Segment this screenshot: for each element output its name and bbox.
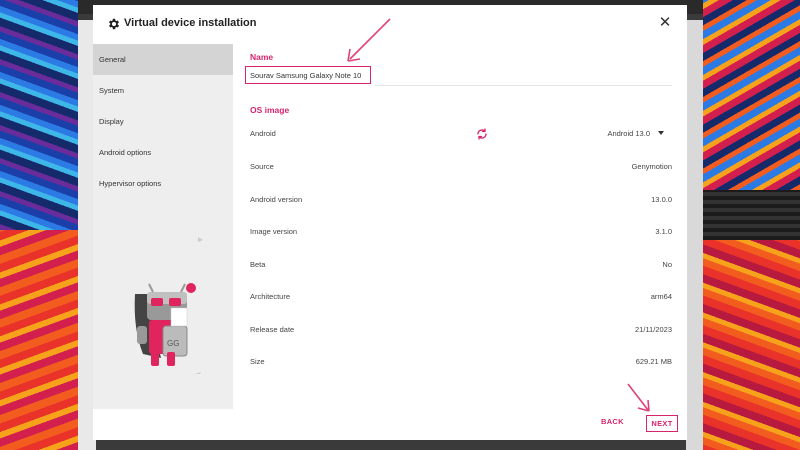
row-value: arm64 xyxy=(650,292,672,301)
sidebar-item-android-options[interactable]: Android options xyxy=(93,137,233,168)
row-value: Genymotion xyxy=(631,162,672,171)
name-field-underline xyxy=(375,85,672,86)
sidebar-item-display[interactable]: Display xyxy=(93,106,233,137)
sidebar-item-general[interactable]: General xyxy=(93,44,233,75)
gear-icon xyxy=(108,18,120,30)
sidebar-item-label: Hypervisor options xyxy=(99,179,162,188)
row-label: Size xyxy=(250,357,265,366)
chevron-down-icon xyxy=(658,131,664,135)
row-label: Architecture xyxy=(250,292,291,301)
os-row-release-date: Release date 21/11/2023 xyxy=(250,325,672,339)
android-select-value: Android 13.0 xyxy=(607,129,650,138)
sidebar-item-label: General xyxy=(99,55,126,64)
row-value: 3.1.0 xyxy=(655,227,672,236)
row-label: Image version xyxy=(250,227,298,236)
next-button[interactable]: NEXT xyxy=(646,415,678,432)
virtual-device-installation-dialog: Virtual device installation ✕ General Sy… xyxy=(93,5,687,440)
close-icon[interactable]: ✕ xyxy=(658,15,672,30)
os-row-android: Android Android 13.0 xyxy=(250,128,672,143)
settings-sidebar: General System Display Android options H… xyxy=(93,44,233,409)
os-row-image-version: Image version 3.1.0 xyxy=(250,227,672,241)
row-value: 21/11/2023 xyxy=(635,325,672,334)
os-row-android-version: Android version 13.0.0 xyxy=(250,195,672,209)
row-label: Beta xyxy=(250,260,266,269)
device-name-input[interactable] xyxy=(245,66,371,84)
general-settings-panel: Name OS image Android Android 13.0 Sourc… xyxy=(245,49,672,379)
desktop-wallpaper-right xyxy=(695,0,800,450)
sidebar-item-label: Android options xyxy=(99,148,152,157)
row-value: No xyxy=(662,260,672,269)
genymotion-mascot-illustration: GG xyxy=(134,237,203,374)
android-version-select[interactable]: Android 13.0 xyxy=(592,128,672,142)
sidebar-item-hypervisor-options[interactable]: Hypervisor options xyxy=(93,168,233,199)
back-button[interactable]: BACK xyxy=(601,417,624,426)
row-label: Source xyxy=(250,162,274,171)
row-value: 629.21 MB xyxy=(635,357,672,366)
refresh-icon[interactable] xyxy=(476,128,488,140)
os-row-beta: Beta No xyxy=(250,260,672,274)
row-label: Android version xyxy=(250,195,303,204)
os-row-architecture: Architecture arm64 xyxy=(250,292,672,306)
sidebar-item-label: System xyxy=(99,86,125,95)
os-image-section-title: OS image xyxy=(250,105,290,115)
name-section-title: Name xyxy=(250,52,274,62)
sidebar-item-label: Display xyxy=(99,117,124,126)
background-app-panel xyxy=(686,20,703,450)
sidebar-item-system[interactable]: System xyxy=(93,75,233,106)
row-value: 13.0.0 xyxy=(651,195,672,204)
row-label: Release date xyxy=(250,325,295,334)
svg-text:GG: GG xyxy=(167,339,179,348)
dialog-header: Virtual device installation ✕ xyxy=(93,5,687,43)
row-label: Android xyxy=(250,129,276,138)
os-row-size: Size 629.21 MB xyxy=(250,357,672,371)
dialog-title: Virtual device installation xyxy=(124,17,257,29)
os-row-source: Source Genymotion xyxy=(250,162,672,176)
